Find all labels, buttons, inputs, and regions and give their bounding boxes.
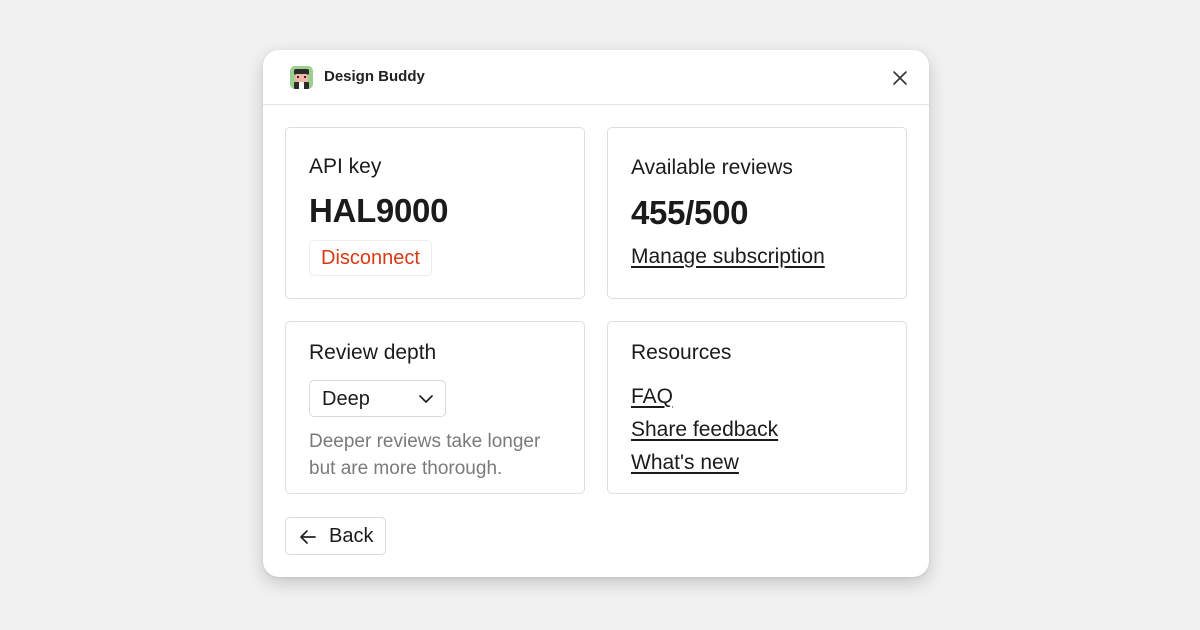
disconnect-button[interactable]: Disconnect: [309, 240, 432, 276]
title-bar: Design Buddy: [263, 50, 929, 105]
chevron-down-icon: [419, 395, 433, 403]
app-avatar-icon: [290, 66, 313, 89]
share-feedback-link[interactable]: Share feedback: [631, 418, 778, 442]
settings-window: Design Buddy API key HAL9000 Disconnect …: [263, 50, 929, 577]
close-button[interactable]: [889, 67, 911, 89]
faq-link[interactable]: FAQ: [631, 385, 673, 409]
review-depth-label: Review depth: [309, 341, 437, 364]
api-key-value: HAL9000: [309, 192, 449, 229]
back-label: Back: [329, 525, 374, 547]
api-key-card: API key HAL9000 Disconnect: [285, 127, 585, 299]
resources-card: Resources FAQ Share feedback What's new: [607, 321, 907, 494]
close-icon: [893, 71, 907, 85]
available-reviews-label: Available reviews: [631, 156, 793, 179]
app-name: Design Buddy: [324, 68, 425, 85]
review-depth-select[interactable]: Deep: [309, 380, 446, 417]
available-reviews-count: 455/500: [631, 194, 749, 231]
review-depth-card: Review depth Deep Deeper reviews take lo…: [285, 321, 585, 494]
api-key-label: API key: [309, 155, 382, 178]
back-button[interactable]: Back: [285, 517, 386, 555]
review-depth-selected: Deep: [322, 388, 370, 410]
resources-label: Resources: [631, 341, 732, 364]
whats-new-link[interactable]: What's new: [631, 451, 739, 475]
review-depth-helper-text: Deeper reviews take longer but are more …: [309, 431, 541, 479]
manage-subscription-link[interactable]: Manage subscription: [631, 245, 825, 269]
available-reviews-card: Available reviews 455/500 Manage subscri…: [607, 127, 907, 299]
arrow-left-icon: [300, 530, 316, 544]
